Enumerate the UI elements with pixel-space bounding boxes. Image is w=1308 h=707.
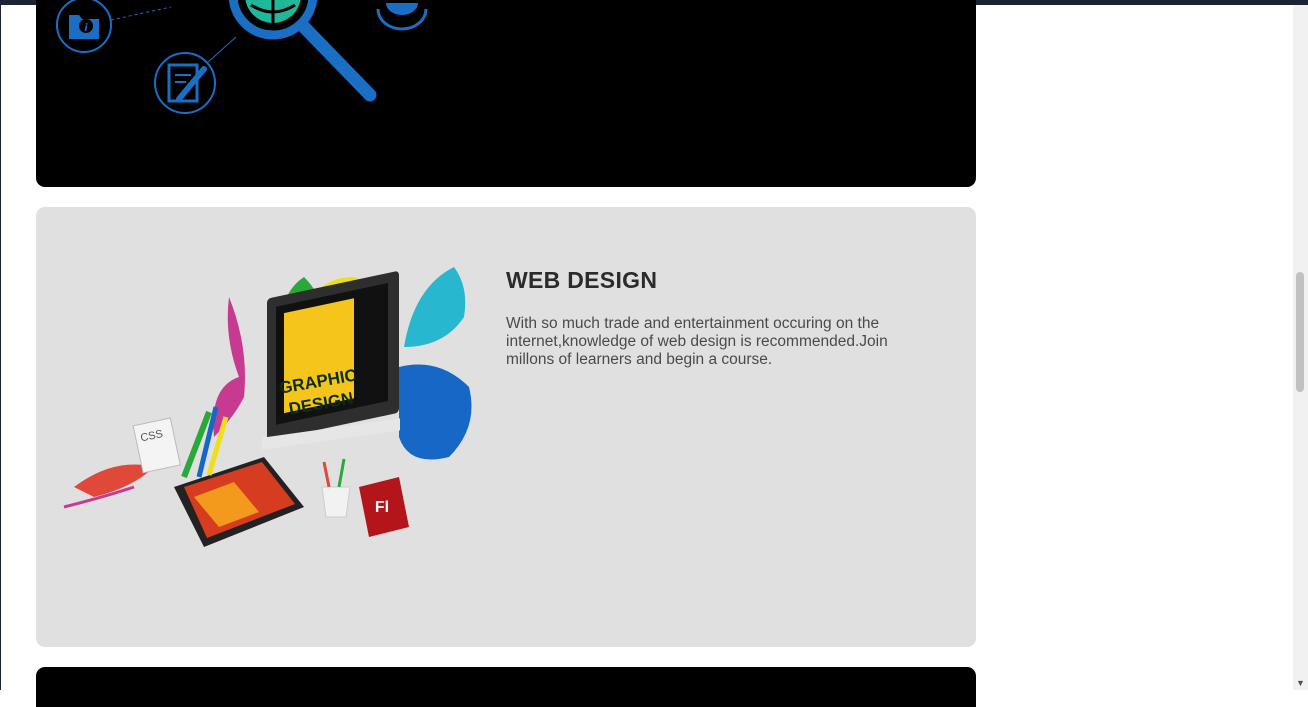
info-folder-icon: i xyxy=(56,0,112,53)
graphic-design-illustration: GRAPHIC DESIGN CSS Fl xyxy=(63,267,472,547)
course-card-dark-top[interactable]: i xyxy=(36,0,976,187)
course-card-dark-bottom[interactable] xyxy=(36,667,976,707)
vertical-scrollbar[interactable]: ▼ xyxy=(1293,5,1308,690)
course-description: With so much trade and entertainment occ… xyxy=(506,315,888,368)
chevron-down-icon[interactable]: ▼ xyxy=(1296,679,1305,688)
scrollbar-thumb[interactable] xyxy=(1296,272,1304,392)
page-content: i GRAPHIC DESIGN CSS Fl WEB DESIGN With … xyxy=(0,0,1294,707)
course-title: WEB DESIGN xyxy=(506,267,658,293)
magnifier-globe-icon xyxy=(228,0,377,102)
course-card-web-design[interactable]: GRAPHIC DESIGN CSS Fl WEB DESIGN With so… xyxy=(36,207,976,647)
seo-illustration: i xyxy=(56,0,428,114)
document-edit-icon xyxy=(154,52,216,114)
flash-box-label: Fl xyxy=(375,499,389,516)
